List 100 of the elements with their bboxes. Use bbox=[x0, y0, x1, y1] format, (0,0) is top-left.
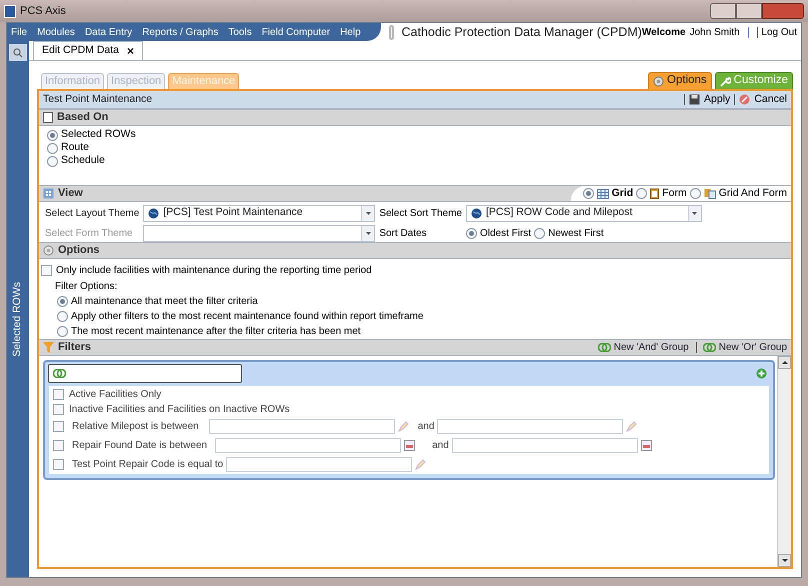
menu-item[interactable]: Data Entry bbox=[84, 24, 132, 40]
input-field[interactable] bbox=[215, 438, 402, 452]
sidebar-tab[interactable]: Selected ROWs bbox=[10, 282, 26, 356]
section-title: Based On bbox=[57, 110, 108, 126]
and-label: and bbox=[418, 420, 434, 434]
menu-item[interactable]: Help bbox=[340, 24, 361, 40]
filter-label: Active Facilities Only bbox=[69, 388, 162, 402]
sort-theme-dropdown[interactable]: [PCS] ROW Code and Milepost bbox=[466, 204, 702, 222]
panel-title: Test Point Maintenance bbox=[43, 92, 152, 107]
gear-icon bbox=[653, 76, 664, 86]
globe-icon bbox=[470, 208, 482, 218]
radio-button[interactable] bbox=[690, 188, 701, 199]
radio-button[interactable] bbox=[47, 156, 58, 166]
radio-label: Schedule bbox=[61, 153, 105, 168]
filter-label: Relative Milepost is between bbox=[72, 420, 199, 434]
checkbox[interactable] bbox=[53, 440, 64, 450]
input-field[interactable] bbox=[208, 418, 395, 434]
document-icon bbox=[43, 112, 53, 123]
minimize-button[interactable] bbox=[710, 3, 736, 19]
combo-value: [PCS] Test Point Maintenance bbox=[163, 205, 303, 220]
input-field[interactable] bbox=[452, 438, 638, 452]
checkbox-label: Only include facilities with maintenance during the reporting time period bbox=[56, 264, 372, 278]
grid-form-icon bbox=[704, 188, 716, 199]
toolbar-button[interactable]: Options bbox=[648, 72, 712, 89]
scroll-down-icon[interactable] bbox=[778, 554, 791, 567]
search-icon bbox=[13, 48, 23, 58]
radio-button[interactable] bbox=[636, 188, 648, 199]
section-title: Options bbox=[58, 243, 100, 258]
calendar-icon[interactable] bbox=[404, 440, 416, 450]
checkbox[interactable] bbox=[53, 458, 64, 470]
logout-link[interactable]: Log Out bbox=[761, 24, 797, 40]
scrollbar[interactable] bbox=[777, 356, 791, 567]
radio-button[interactable] bbox=[466, 228, 477, 238]
view-mode-label: Form bbox=[662, 186, 687, 201]
checkbox[interactable] bbox=[41, 265, 52, 276]
document-tab[interactable]: Edit CPDM Data × bbox=[33, 41, 144, 60]
view-mode-label: Grid bbox=[612, 186, 634, 201]
radio-button[interactable] bbox=[57, 326, 68, 336]
globe-icon bbox=[148, 208, 160, 218]
radio-button[interactable] bbox=[47, 130, 58, 140]
pencil-icon[interactable] bbox=[398, 420, 409, 432]
radio-button[interactable] bbox=[534, 228, 546, 238]
pencil-icon[interactable] bbox=[415, 458, 426, 470]
calendar-icon[interactable] bbox=[640, 440, 652, 450]
checkbox[interactable] bbox=[53, 388, 64, 400]
filter-label: Inactive Facilities and Facilities on Inactive ROWs bbox=[69, 402, 290, 416]
view-mode-label: Grid And Form bbox=[718, 186, 787, 201]
menu-item[interactable]: Tools bbox=[228, 24, 252, 40]
link-rings-icon bbox=[598, 343, 611, 352]
filter-label: Repair Found Date is between bbox=[72, 438, 208, 452]
welcome-label: Welcome bbox=[642, 26, 686, 40]
combo-value: [PCS] ROW Code and Milepost bbox=[486, 205, 632, 220]
app-title: Cathodic Protection Data Manager (CPDM) bbox=[402, 24, 642, 41]
radio-button[interactable] bbox=[57, 296, 68, 306]
group-link[interactable]: New 'Or' Group bbox=[718, 340, 787, 355]
section-title: View bbox=[58, 186, 83, 202]
action-button[interactable]: Cancel bbox=[739, 92, 787, 108]
gear-icon bbox=[43, 245, 54, 256]
menu-item[interactable]: Modules bbox=[37, 24, 75, 40]
radio-label: Selected ROWs bbox=[61, 127, 136, 142]
filter-options-label: Filter Options: bbox=[55, 280, 118, 294]
radio-label: The most recent maintenance after the filter criteria has been met bbox=[71, 324, 361, 338]
radio-label: All maintenance that meet the filter criteria bbox=[71, 294, 258, 308]
radio-label: Apply other filters to the most recent maintenance found within report timeframe bbox=[71, 310, 424, 324]
link-rings-icon bbox=[702, 343, 716, 352]
section-title: Filters bbox=[58, 340, 92, 356]
search-button[interactable] bbox=[9, 44, 27, 61]
pencil-icon[interactable] bbox=[626, 420, 638, 432]
input-field[interactable] bbox=[437, 418, 624, 434]
link-rings-icon bbox=[53, 368, 66, 378]
layout-theme-dropdown[interactable]: [PCS] Test Point Maintenance bbox=[143, 204, 376, 222]
maximize-button[interactable] bbox=[736, 3, 762, 19]
field-label: Select Form Theme bbox=[45, 226, 134, 240]
group-name-field[interactable] bbox=[48, 364, 242, 382]
checkbox[interactable] bbox=[53, 420, 64, 432]
save-icon bbox=[689, 94, 700, 105]
field-label: Select Layout Theme bbox=[45, 206, 140, 220]
radio-button[interactable] bbox=[47, 142, 58, 154]
and-label: and bbox=[432, 438, 449, 452]
filter-label: Test Point Repair Code is equal to bbox=[72, 458, 224, 472]
menu-item[interactable]: Reports / Graphs bbox=[142, 24, 218, 40]
menu-item[interactable]: File bbox=[11, 24, 28, 40]
scroll-up-icon[interactable] bbox=[778, 356, 791, 369]
radio-button[interactable] bbox=[582, 188, 594, 199]
checkbox[interactable] bbox=[53, 404, 64, 414]
menu-item[interactable]: Field Computer bbox=[262, 24, 330, 40]
close-tab-button[interactable]: × bbox=[127, 45, 134, 57]
add-icon[interactable] bbox=[756, 368, 767, 378]
field-label: Select Sort Theme bbox=[379, 206, 462, 220]
field-label: Sort Dates bbox=[379, 226, 428, 240]
action-button[interactable]: Apply bbox=[689, 92, 730, 108]
radio-button[interactable] bbox=[57, 310, 68, 322]
view-icon bbox=[43, 188, 54, 199]
input-field[interactable] bbox=[226, 456, 412, 472]
app-icon bbox=[4, 4, 16, 18]
close-button[interactable] bbox=[762, 3, 804, 19]
radio-label: Route bbox=[61, 140, 90, 155]
cancel-icon bbox=[739, 94, 750, 105]
group-link[interactable]: New 'And' Group bbox=[614, 340, 689, 355]
grid-icon bbox=[596, 188, 609, 198]
